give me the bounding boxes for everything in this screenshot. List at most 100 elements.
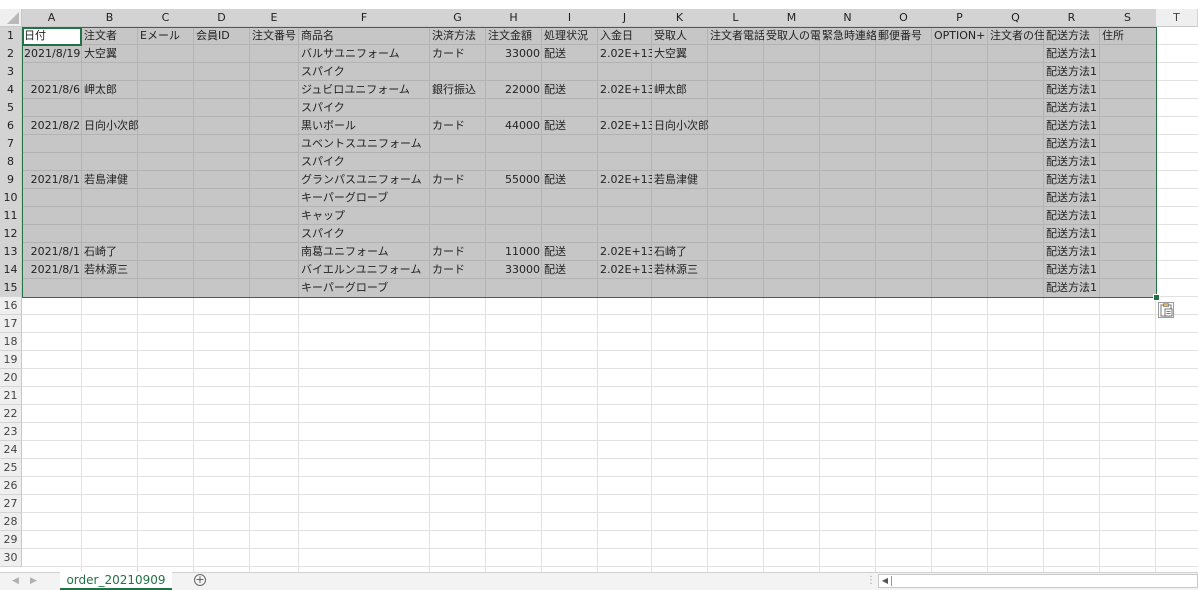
cell-F4[interactable]: ジュビロユニフォーム: [299, 81, 430, 99]
cell-A13[interactable]: 2021/8/1: [22, 243, 82, 261]
cell-G13[interactable]: カード: [430, 243, 486, 261]
cell-K6[interactable]: 日向小次郎: [652, 117, 1044, 135]
row-header-13[interactable]: 13: [0, 243, 22, 261]
column-header-A[interactable]: A: [22, 9, 82, 27]
cell-N1[interactable]: 緊急時連絡: [820, 27, 876, 45]
row-header-12[interactable]: 12: [0, 225, 22, 243]
cell-H14[interactable]: 33000: [486, 261, 542, 279]
row-header-18[interactable]: 18: [0, 333, 22, 351]
cell-R14[interactable]: 配送方法1: [1044, 261, 1156, 279]
cell-A2[interactable]: 2021/8/19: [22, 45, 82, 63]
cell-H2[interactable]: 33000: [486, 45, 542, 63]
cell-R2[interactable]: 配送方法1: [1044, 45, 1156, 63]
row-header-21[interactable]: 21: [0, 387, 22, 405]
cell-Q1[interactable]: 注文者の住: [988, 27, 1044, 45]
cell-H4[interactable]: 22000: [486, 81, 542, 99]
cell-R12[interactable]: 配送方法1: [1044, 225, 1156, 243]
cell-O1[interactable]: 郵便番号: [876, 27, 932, 45]
cell-F14[interactable]: バイエルンユニフォーム: [299, 261, 430, 279]
cell-J14[interactable]: 2.02E+13: [598, 261, 652, 279]
cell-A9[interactable]: 2021/8/1: [22, 171, 82, 189]
cell-A6[interactable]: 2021/8/2: [22, 117, 82, 135]
cell-H13[interactable]: 11000: [486, 243, 542, 261]
row-header-3[interactable]: 3: [0, 63, 22, 81]
cell-I4[interactable]: 配送: [542, 81, 598, 99]
column-header-R[interactable]: R: [1044, 9, 1100, 27]
cell-G6[interactable]: カード: [430, 117, 486, 135]
cell-B6[interactable]: 日向小次郎: [82, 117, 299, 135]
cell-I6[interactable]: 配送: [542, 117, 598, 135]
cell-R15[interactable]: 配送方法1: [1044, 279, 1156, 297]
cell-F7[interactable]: ユベントスユニフォーム: [299, 135, 1044, 153]
row-header-10[interactable]: 10: [0, 189, 22, 207]
column-header-C[interactable]: C: [138, 9, 194, 27]
row-header-8[interactable]: 8: [0, 153, 22, 171]
cell-F2[interactable]: バルサユニフォーム: [299, 45, 430, 63]
row-header-6[interactable]: 6: [0, 117, 22, 135]
row-header-2[interactable]: 2: [0, 45, 22, 63]
column-header-N[interactable]: N: [820, 9, 876, 27]
row-header-22[interactable]: 22: [0, 405, 22, 423]
column-header-E[interactable]: E: [250, 9, 299, 27]
column-header-H[interactable]: H: [486, 9, 542, 27]
column-header-D[interactable]: D: [194, 9, 250, 27]
cell-F10[interactable]: キーパーグローブ: [299, 189, 1044, 207]
cell-J1[interactable]: 入金日: [598, 27, 652, 45]
horizontal-scrollbar[interactable]: ◀: [878, 574, 1198, 588]
select-all-corner[interactable]: [0, 9, 22, 27]
cell-F1[interactable]: 商品名: [299, 27, 430, 45]
cell-I13[interactable]: 配送: [542, 243, 598, 261]
cell-K4[interactable]: 岬太郎: [652, 81, 1044, 99]
paste-options-button[interactable]: [1158, 302, 1174, 318]
cell-L1[interactable]: 注文者電話: [708, 27, 764, 45]
sheet-tab-order[interactable]: order_20210909: [60, 572, 172, 590]
cell-H9[interactable]: 55000: [486, 171, 542, 189]
cell-H6[interactable]: 44000: [486, 117, 542, 135]
row-header-15[interactable]: 15: [0, 279, 22, 297]
cell-A1[interactable]: 日付: [22, 27, 82, 45]
row-header-4[interactable]: 4: [0, 81, 22, 99]
column-header-G[interactable]: G: [430, 9, 486, 27]
cell-R3[interactable]: 配送方法1: [1044, 63, 1156, 81]
column-header-F[interactable]: F: [299, 9, 430, 27]
row-header-1[interactable]: 1: [0, 27, 22, 45]
cell-F5[interactable]: スパイク: [299, 99, 1044, 117]
cell-J13[interactable]: 2.02E+13: [598, 243, 652, 261]
row-header-28[interactable]: 28: [0, 513, 22, 531]
cell-R9[interactable]: 配送方法1: [1044, 171, 1156, 189]
row-header-23[interactable]: 23: [0, 423, 22, 441]
cell-F12[interactable]: スパイク: [299, 225, 1044, 243]
cell-G4[interactable]: 銀行振込: [430, 81, 486, 99]
cell-B14[interactable]: 若林源三: [82, 261, 299, 279]
cell-F6[interactable]: 黒いボール: [299, 117, 430, 135]
cell-I9[interactable]: 配送: [542, 171, 598, 189]
cell-R5[interactable]: 配送方法1: [1044, 99, 1156, 117]
row-header-17[interactable]: 17: [0, 315, 22, 333]
cell-K14[interactable]: 若林源三: [652, 261, 1044, 279]
cell-R10[interactable]: 配送方法1: [1044, 189, 1156, 207]
add-sheet-button[interactable]: +: [194, 574, 206, 586]
cell-F11[interactable]: キャップ: [299, 207, 1044, 225]
cell-K13[interactable]: 石崎了: [652, 243, 1044, 261]
row-header-7[interactable]: 7: [0, 135, 22, 153]
row-header-29[interactable]: 29: [0, 531, 22, 549]
cell-B9[interactable]: 若島津健: [82, 171, 299, 189]
cell-B2[interactable]: 大空翼: [82, 45, 299, 63]
cell-J2[interactable]: 2.02E+13: [598, 45, 652, 63]
column-header-J[interactable]: J: [598, 9, 652, 27]
cell-K9[interactable]: 若島津健: [652, 171, 1044, 189]
column-header-O[interactable]: O: [876, 9, 932, 27]
cell-R6[interactable]: 配送方法1: [1044, 117, 1156, 135]
cell-K2[interactable]: 大空翼: [652, 45, 1044, 63]
spreadsheet-grid[interactable]: ABCDEFGHIJKLMNOPQRST 1 2 3 4 5 6 7 8 9 10 11 12 13 14…: [0, 0, 1198, 572]
scrollbar-splitter-icon[interactable]: ⋮: [866, 575, 876, 586]
cell-B1[interactable]: 注文者: [82, 27, 138, 45]
cell-H1[interactable]: 注文金額: [486, 27, 542, 45]
cell-A4[interactable]: 2021/8/6: [22, 81, 82, 99]
column-header-P[interactable]: P: [932, 9, 988, 27]
row-header-16[interactable]: 16: [0, 297, 22, 315]
cell-K1[interactable]: 受取人: [652, 27, 708, 45]
row-header-20[interactable]: 20: [0, 369, 22, 387]
cell-A14[interactable]: 2021/8/1: [22, 261, 82, 279]
row-header-19[interactable]: 19: [0, 351, 22, 369]
